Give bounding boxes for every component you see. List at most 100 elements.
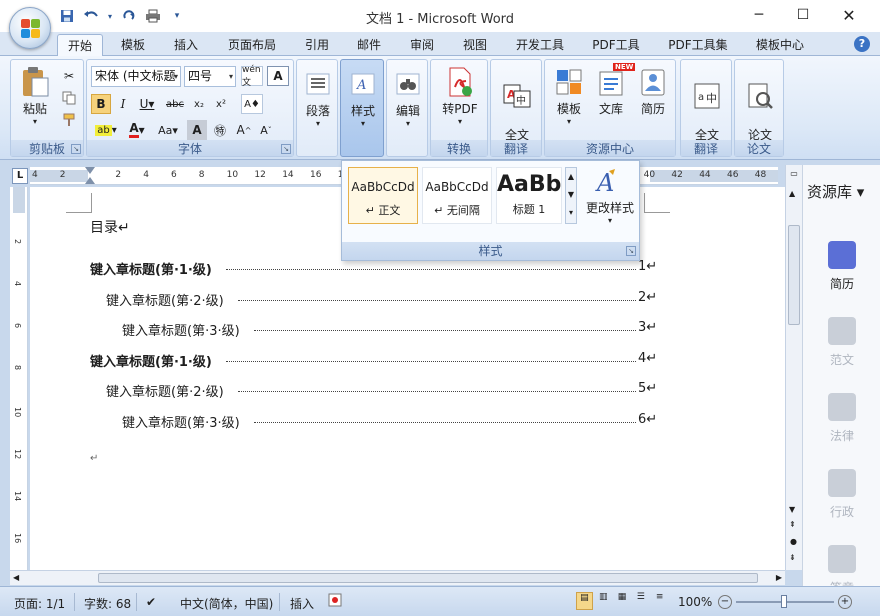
- clipboard-launcher-icon[interactable]: ↘: [71, 144, 81, 154]
- vertical-scroll-thumb[interactable]: [788, 225, 800, 325]
- tab-pdf-toolset[interactable]: PDF工具集: [662, 34, 734, 56]
- underline-button[interactable]: U▾: [135, 94, 159, 114]
- phonetic-guide-button[interactable]: wén 文: [241, 65, 263, 88]
- resource-panel-title[interactable]: 资源库 ▾: [807, 181, 864, 202]
- format-painter-icon[interactable]: [59, 110, 79, 130]
- tab-mailings[interactable]: 邮件: [346, 34, 392, 56]
- resource-item[interactable]: 范文: [803, 317, 880, 368]
- next-page-icon[interactable]: ⇟: [789, 553, 796, 562]
- toc-entry-text[interactable]: 键入章标题(第·1·级): [90, 351, 212, 370]
- paragraph-button[interactable]: 段落 ▾: [300, 68, 336, 128]
- insert-mode[interactable]: 插入: [290, 595, 314, 612]
- language-indicator[interactable]: 中文(简体，中国): [180, 595, 273, 612]
- tab-view[interactable]: 视图: [452, 34, 498, 56]
- character-shading-button[interactable]: A: [187, 120, 207, 140]
- tab-pdf-tools[interactable]: PDF工具: [586, 34, 646, 56]
- office-button[interactable]: [9, 7, 51, 49]
- change-case-button[interactable]: Aa▾: [153, 120, 183, 140]
- page-indicator[interactable]: 页面: 1/1: [14, 595, 65, 612]
- first-line-indent-marker[interactable]: [85, 167, 95, 174]
- tab-selector-button[interactable]: L: [12, 168, 28, 184]
- toc-entry-text[interactable]: 键入章标题(第·3·级): [122, 412, 240, 431]
- enclose-characters-button[interactable]: ㊕: [209, 120, 231, 140]
- styles-launcher-icon[interactable]: ↘: [626, 246, 636, 256]
- paste-button[interactable]: 粘贴 ▾: [15, 66, 55, 126]
- scroll-up-icon[interactable]: ▲: [789, 189, 795, 198]
- vertical-ruler[interactable]: 2 4 6 8 10 12 14 16: [10, 187, 28, 570]
- scroll-left-icon[interactable]: ◀: [13, 573, 19, 582]
- toc-page-number[interactable]: 5↵: [638, 381, 657, 396]
- tab-insert[interactable]: 插入: [163, 34, 209, 56]
- toc-page-number[interactable]: 4↵: [638, 351, 657, 366]
- ruler-toggle-icon[interactable]: ▭: [788, 169, 800, 181]
- full-screen-reading-icon[interactable]: ▥: [595, 592, 612, 610]
- outline-view-icon[interactable]: ☰: [632, 592, 649, 610]
- zoom-out-icon[interactable]: −: [718, 595, 732, 609]
- proofing-icon[interactable]: ✔: [146, 595, 156, 609]
- toc-page-number[interactable]: 3↵: [638, 320, 657, 335]
- italic-button[interactable]: I: [113, 94, 133, 114]
- scroll-right-icon[interactable]: ▶: [776, 573, 782, 582]
- scroll-down-icon[interactable]: ▼: [789, 505, 795, 514]
- horizontal-scrollbar[interactable]: ◀ ▶: [10, 570, 785, 585]
- library-button[interactable]: NEW 文库: [591, 63, 636, 117]
- styles-button[interactable]: A 样式 ▾: [344, 68, 382, 128]
- maximize-button[interactable]: ☐: [780, 0, 826, 30]
- tab-template-center[interactable]: 模板中心: [748, 34, 812, 56]
- toc-entry-text[interactable]: 键入章标题(第·2·级): [106, 290, 224, 309]
- previous-page-icon[interactable]: ⇞: [789, 520, 796, 529]
- macro-record-icon[interactable]: [328, 593, 342, 610]
- tab-references[interactable]: 引用: [294, 34, 340, 56]
- font-launcher-icon[interactable]: ↘: [281, 144, 291, 154]
- tab-review[interactable]: 审阅: [399, 34, 445, 56]
- grow-font-button[interactable]: A ^: [233, 120, 255, 140]
- zoom-in-icon[interactable]: +: [838, 595, 852, 609]
- help-icon[interactable]: ?: [854, 36, 870, 52]
- close-button[interactable]: ✕: [826, 0, 872, 30]
- select-browse-object-icon[interactable]: ●: [790, 537, 797, 546]
- tab-home[interactable]: 开始: [57, 34, 103, 57]
- style-no-spacing[interactable]: AaBbCcDd ↵ 无间隔: [422, 167, 492, 224]
- resource-item[interactable]: 简历: [803, 241, 880, 292]
- font-size-combo[interactable]: 四号 ▾: [184, 66, 236, 87]
- subscript-button[interactable]: x₂: [189, 94, 209, 114]
- copy-icon[interactable]: [59, 88, 79, 108]
- tab-developer[interactable]: 开发工具: [508, 34, 572, 56]
- toc-page-number[interactable]: 2↵: [638, 290, 657, 305]
- superscript-button[interactable]: x²: [211, 94, 231, 114]
- highlight-button[interactable]: ab ▾: [91, 120, 121, 140]
- zoom-slider-thumb[interactable]: [781, 595, 787, 608]
- shrink-font-button[interactable]: Aˇ: [255, 120, 277, 140]
- draft-view-icon[interactable]: ≡: [651, 592, 668, 610]
- change-styles-button[interactable]: A 更改样式 ▾: [582, 165, 638, 225]
- cut-icon[interactable]: ✂: [59, 66, 79, 86]
- tab-template[interactable]: 模板: [110, 34, 156, 56]
- template-button[interactable]: 模板 ▾: [549, 66, 589, 126]
- web-layout-icon[interactable]: ▦: [614, 592, 631, 610]
- zoom-level[interactable]: 100%: [678, 595, 712, 609]
- word-count[interactable]: 字数: 68: [84, 595, 131, 612]
- toc-page-number[interactable]: 1↵: [638, 259, 657, 274]
- horizontal-scroll-thumb[interactable]: [98, 573, 758, 583]
- resume-button[interactable]: 简历: [633, 66, 673, 117]
- editing-button[interactable]: 编辑 ▾: [390, 68, 426, 128]
- toc-entry-text[interactable]: 键入章标题(第·1·级): [90, 259, 212, 278]
- clear-formatting-button[interactable]: A♦: [241, 94, 263, 114]
- toc-page-number[interactable]: 6↵: [638, 412, 657, 427]
- strikethrough-button[interactable]: abc: [163, 94, 187, 114]
- vertical-scrollbar[interactable]: ▭ ▲ ▼ ⇞ ● ⇟: [785, 165, 802, 570]
- character-border-button[interactable]: A: [267, 66, 289, 86]
- print-layout-view-icon[interactable]: ▤: [576, 592, 593, 610]
- style-heading-1[interactable]: AaBb 标题 1: [496, 167, 562, 224]
- resource-item[interactable]: 行政: [803, 469, 880, 520]
- toc-entry-text[interactable]: 键入章标题(第·2·级): [106, 381, 224, 400]
- gallery-scroll[interactable]: ▲ ▼ ▾: [565, 167, 577, 224]
- resource-item[interactable]: 法律: [803, 393, 880, 444]
- style-normal[interactable]: AaBbCcDd ↵ 正文: [348, 167, 418, 224]
- font-color-button[interactable]: A ▾: [123, 120, 151, 140]
- to-pdf-button[interactable]: 转PDF ▾: [433, 66, 487, 126]
- bold-button[interactable]: B: [91, 94, 111, 114]
- font-name-combo[interactable]: 宋体 (中文标题 ▾: [91, 66, 181, 87]
- hanging-indent-marker[interactable]: [85, 177, 95, 184]
- tab-page-layout[interactable]: 页面布局: [222, 34, 282, 56]
